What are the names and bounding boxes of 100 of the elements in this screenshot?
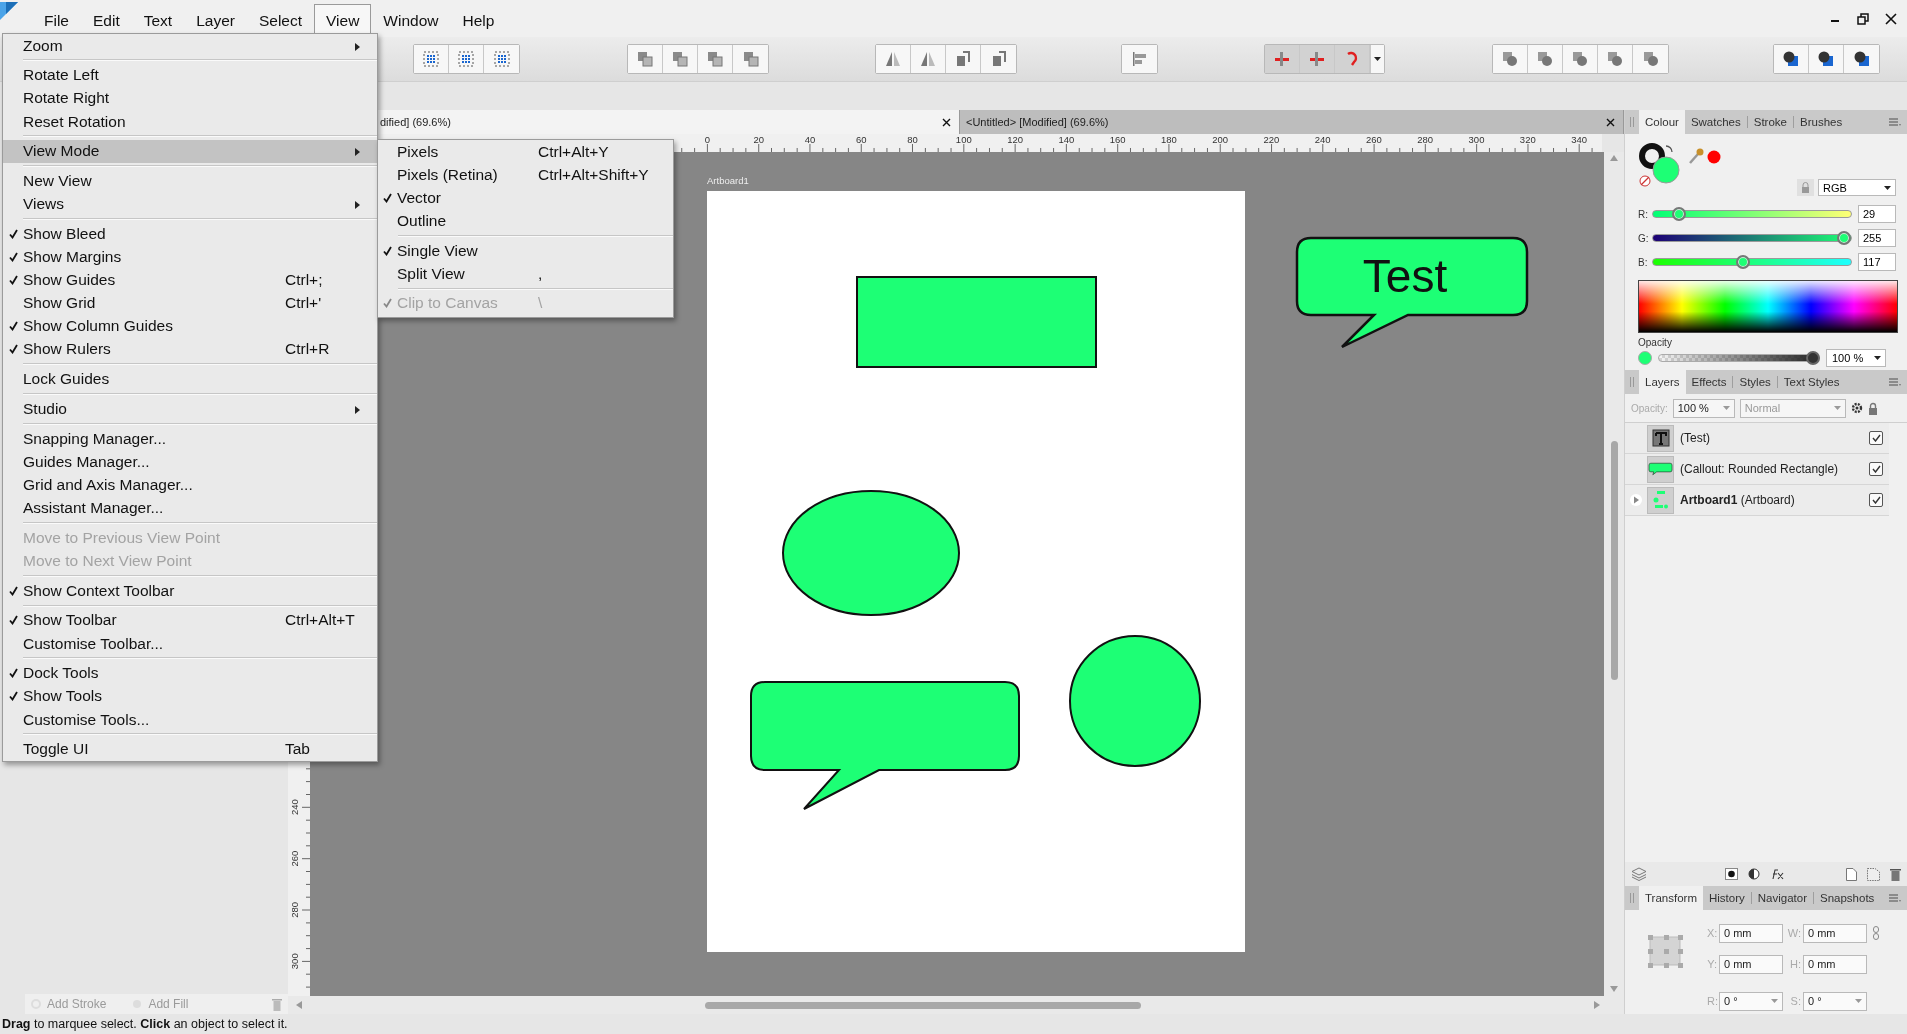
close-icon[interactable] — [942, 117, 951, 127]
menu-item[interactable]: Show Tools — [3, 684, 377, 708]
menu-bar-item[interactable]: Help — [450, 4, 507, 37]
menu-item[interactable]: Split View , — [378, 262, 673, 286]
dropdown-field[interactable]: 0 ° — [1719, 991, 1783, 1011]
close-icon[interactable] — [1606, 117, 1615, 127]
menu-item[interactable]: Lock Guides — [3, 367, 377, 391]
effects-icon[interactable] — [1770, 868, 1784, 881]
channel-value-field[interactable]: 117 — [1858, 253, 1896, 271]
menu-item[interactable]: Show Grid Ctrl+' — [3, 291, 377, 315]
slider-thumb[interactable] — [1837, 231, 1851, 245]
settings-icon[interactable] — [1850, 402, 1863, 415]
menu-item[interactable]: Assistant Manager... — [3, 496, 377, 520]
eyedropper-icon[interactable] — [1688, 147, 1704, 165]
layers-icon[interactable] — [1631, 867, 1647, 882]
panel-tab[interactable]: Layers — [1639, 370, 1686, 395]
restore-icon[interactable] — [1857, 12, 1869, 25]
menu-item[interactable]: Rotate Left — [3, 63, 377, 87]
menu-item[interactable]: Customise Toolbar... — [3, 632, 377, 656]
menu-item[interactable]: Grid and Axis Manager... — [3, 473, 377, 497]
menu-item[interactable]: Vector — [378, 186, 673, 210]
menu-item[interactable]: Views — [3, 192, 377, 216]
trash-icon[interactable] — [1890, 867, 1901, 881]
panel-tab[interactable]: Brushes — [1794, 110, 1849, 134]
opacity-field[interactable]: 100 % — [1826, 349, 1886, 367]
channel-value-field[interactable]: 255 — [1858, 229, 1896, 247]
menu-item[interactable]: Pixels (Retina) Ctrl+Alt+Shift+Y — [378, 163, 673, 187]
menu-item[interactable]: Show Rulers Ctrl+R — [3, 337, 377, 361]
opacity-slider[interactable] — [1658, 351, 1820, 365]
menu-item[interactable]: Rotate Right — [3, 86, 377, 110]
menu-item[interactable]: View Mode — [3, 139, 377, 163]
menu-bar-item[interactable]: Select — [246, 4, 314, 37]
panel-tab[interactable]: Swatches — [1684, 110, 1747, 134]
menu-item[interactable]: Show Column Guides — [3, 314, 377, 338]
slider-thumb[interactable] — [1736, 255, 1751, 269]
close-icon[interactable] — [1885, 12, 1897, 25]
panel-tab[interactable]: Navigator — [1751, 886, 1813, 911]
menu-item[interactable]: Outline — [378, 209, 673, 233]
scroll-up-icon[interactable] — [1610, 155, 1618, 161]
menu-item[interactable]: Guides Manager... — [3, 450, 377, 474]
colour-model-dropdown[interactable]: RGB — [1818, 179, 1896, 196]
menu-item[interactable]: Single View — [378, 239, 673, 263]
layer-row[interactable]: (Test) — [1625, 423, 1889, 455]
menu-bar-item[interactable]: Text — [131, 4, 185, 37]
panel-tab[interactable]: Text Styles — [1777, 370, 1846, 395]
menu-item[interactable]: Zoom — [3, 34, 377, 58]
menu-item[interactable]: Show Toolbar Ctrl+Alt+T — [3, 608, 377, 633]
panel-tab[interactable]: Styles — [1733, 370, 1777, 395]
adjustment-icon[interactable] — [1748, 868, 1760, 881]
menu-item[interactable]: Customise Tools... — [3, 708, 377, 732]
visibility-checkbox[interactable] — [1869, 493, 1883, 508]
menu-bar-item[interactable]: Window — [371, 4, 451, 37]
menu-item[interactable]: Studio — [3, 397, 377, 421]
menu-item[interactable]: Show Bleed — [3, 222, 377, 246]
input-field[interactable]: 0 mm — [1803, 923, 1867, 943]
visibility-checkbox[interactable] — [1869, 462, 1883, 477]
layer-row[interactable]: (Callout: Rounded Rectangle) — [1625, 454, 1889, 486]
menu-bar-item[interactable]: Edit — [81, 4, 132, 37]
toolbar-button[interactable] — [1774, 45, 1809, 73]
add-layer-icon[interactable] — [1846, 867, 1857, 881]
lock-icon[interactable] — [1867, 401, 1878, 415]
slider-thumb[interactable] — [1672, 207, 1687, 221]
document-tab[interactable]: <Untitled> [Modified] (69.6%) — [960, 110, 1624, 134]
dropdown-field[interactable]: 0 ° — [1803, 991, 1867, 1011]
opacity-dropdown[interactable]: 100 % — [1672, 398, 1735, 418]
scrollbar-thumb[interactable] — [705, 1001, 1141, 1009]
panel-tab[interactable]: Effects — [1685, 370, 1733, 395]
input-field[interactable]: 0 mm — [1719, 954, 1783, 974]
panel-tab[interactable]: History — [1703, 886, 1751, 911]
scroll-left-icon[interactable] — [296, 1001, 302, 1009]
link-icon[interactable] — [1873, 926, 1879, 941]
colour-slider[interactable] — [1652, 207, 1852, 221]
scroll-right-icon[interactable] — [1594, 1001, 1600, 1009]
toolbar-button[interactable] — [414, 45, 449, 73]
colour-spectrum[interactable] — [1638, 280, 1898, 333]
scrollbar-thumb[interactable] — [1610, 441, 1618, 680]
panel-tab[interactable]: Stroke — [1747, 110, 1793, 134]
panel-tab[interactable]: Colour — [1639, 110, 1685, 134]
dropdown-button[interactable] — [1370, 45, 1384, 73]
menu-item[interactable]: Toggle UI Tab — [3, 737, 377, 761]
menu-item[interactable]: Show Margins — [3, 245, 377, 269]
mask-icon[interactable] — [1725, 868, 1738, 881]
menu-item[interactable]: Dock Tools — [3, 661, 377, 685]
menu-item[interactable]: Show Guides Ctrl+; — [3, 268, 377, 292]
input-field[interactable]: 0 mm — [1719, 923, 1783, 943]
menu-item[interactable]: New View — [3, 169, 377, 193]
slider-thumb[interactable] — [1806, 351, 1820, 365]
panel-tab[interactable]: Snapshots — [1814, 886, 1881, 911]
channel-value-field[interactable]: 29 — [1858, 205, 1896, 223]
input-field[interactable]: 0 mm — [1803, 954, 1867, 974]
menu-item[interactable]: Show Context Toolbar — [3, 579, 377, 603]
layer-row[interactable]: Artboard1 (Artboard) — [1625, 485, 1889, 517]
colour-slider[interactable] — [1652, 231, 1852, 245]
colour-slider[interactable] — [1652, 255, 1852, 269]
lock-icon[interactable] — [1797, 179, 1814, 196]
panel-tab[interactable]: Transform — [1639, 886, 1703, 911]
add-pixel-layer-icon[interactable] — [1867, 867, 1880, 881]
menu-item[interactable]: Pixels Ctrl+Alt+Y — [378, 140, 673, 164]
menu-bar-item[interactable]: File — [32, 4, 81, 37]
menu-bar-item[interactable]: Layer — [184, 4, 247, 37]
